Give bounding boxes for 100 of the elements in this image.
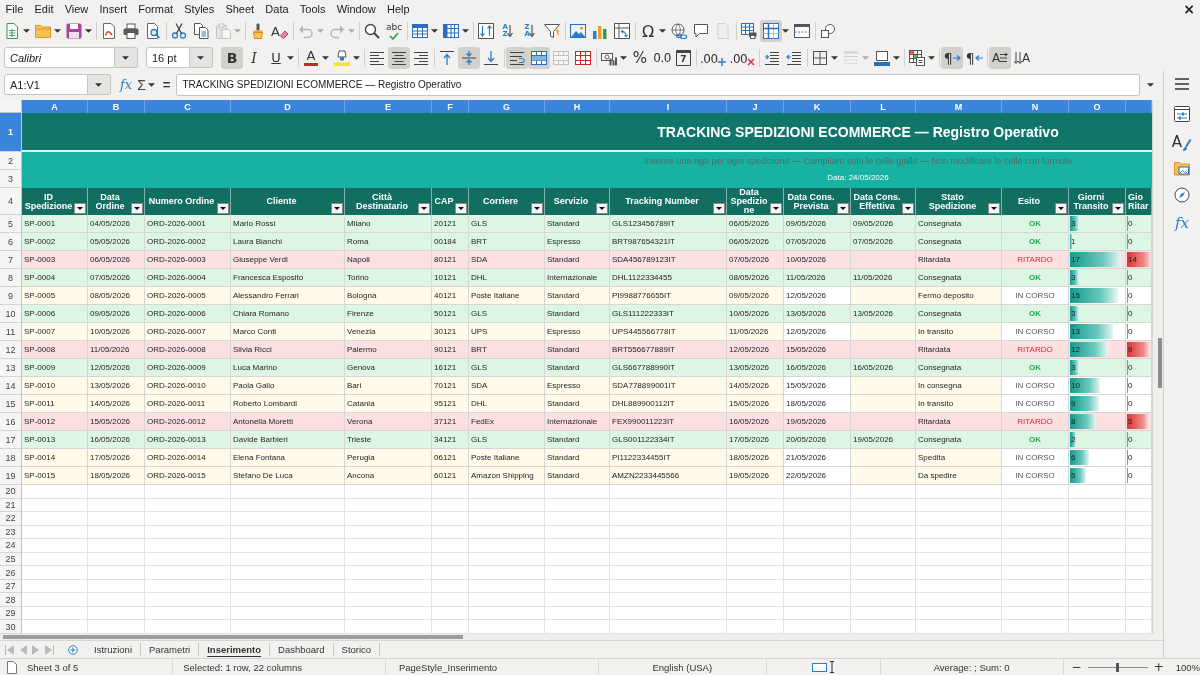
sheet-tab[interactable]: Inserimento [199, 643, 271, 656]
italic-button[interactable]: I [243, 46, 265, 69]
dropdown-button[interactable] [115, 47, 138, 68]
row-number[interactable]: 22 [0, 512, 22, 526]
clear-formatting-button[interactable]: A [269, 20, 291, 42]
cell-grid-icon[interactable] [575, 49, 591, 66]
caret-icon[interactable] [23, 29, 30, 33]
paintbrush-icon[interactable] [250, 23, 266, 39]
dropdown-button[interactable] [190, 47, 213, 68]
align-right-icon[interactable] [413, 49, 429, 66]
caret-icon[interactable] [928, 55, 936, 60]
rectangle-icon[interactable] [811, 662, 827, 672]
autofilter-button[interactable] [902, 203, 914, 214]
row-number[interactable]: 26 [0, 566, 22, 580]
text-direction-button[interactable]: A [989, 46, 1012, 69]
caret-icon[interactable] [353, 55, 360, 60]
autofilter-button[interactable] [1055, 203, 1067, 214]
sliders-window-icon[interactable] [1174, 106, 1190, 122]
column-letter[interactable]: C [145, 100, 231, 113]
spreadsheet-icon[interactable] [4, 23, 20, 39]
borders-icon[interactable] [812, 49, 829, 66]
autofilter-button[interactable] [418, 203, 430, 214]
caret-icon[interactable] [322, 55, 329, 60]
row-number[interactable]: 17 [0, 431, 22, 449]
sheet-tab[interactable]: Istruzioni [86, 643, 141, 656]
menu-item[interactable]: Data [259, 1, 295, 17]
speech-bubble-icon[interactable] [693, 23, 709, 39]
row-number[interactable]: 6 [0, 233, 22, 251]
caret-icon[interactable] [659, 29, 666, 33]
functions-button[interactable]: fx [1175, 214, 1189, 232]
spelling-button[interactable]: abc [383, 20, 405, 42]
row-number[interactable]: 1 [0, 113, 22, 152]
function-wizard-button[interactable]: fx [117, 77, 136, 92]
sheet-tab[interactable]: Parametri [141, 643, 200, 656]
row-number[interactable]: 28 [0, 593, 22, 607]
autofilter-button[interactable] [713, 203, 725, 214]
menu-icon[interactable] [1174, 76, 1190, 92]
table-grid-icon[interactable] [760, 20, 782, 42]
scissors-icon[interactable] [171, 23, 187, 39]
menu-item[interactable]: Sheet [219, 1, 260, 17]
split-window-icon[interactable] [794, 23, 810, 39]
globe-link-icon[interactable] [671, 23, 687, 39]
row-number[interactable]: 16 [0, 413, 22, 431]
row-number[interactable]: 20 [0, 485, 22, 499]
font-color-button[interactable]: A [300, 46, 322, 69]
caret-icon[interactable] [287, 55, 294, 60]
row-number[interactable]: 12 [0, 341, 22, 359]
indent-icon[interactable] [764, 49, 781, 66]
dropdown-button[interactable] [88, 74, 111, 95]
table-columns-icon[interactable] [443, 23, 459, 39]
document-magnifier-icon[interactable] [145, 23, 161, 39]
column-letter[interactable]: G [469, 100, 545, 113]
compass-icon[interactable] [1174, 187, 1190, 203]
special-character-button[interactable]: Ω [637, 20, 659, 42]
sheet-tab[interactable]: Dashboard [270, 643, 334, 656]
column-letter[interactable]: L [851, 100, 916, 113]
caret-icon[interactable] [121, 55, 129, 60]
column-letter[interactable]: O [1069, 100, 1126, 113]
highlighter-icon[interactable] [334, 49, 350, 66]
formula-input[interactable]: TRACKING SPEDIZIONI ECOMMERCE — Registro Operativo [176, 73, 1140, 96]
sort-icon[interactable] [478, 23, 494, 39]
column-letter[interactable]: I [610, 100, 727, 113]
folder-picture-icon[interactable] [1174, 160, 1190, 176]
autofilter-button[interactable] [596, 203, 608, 214]
row-number[interactable]: 19 [0, 467, 22, 485]
caret-icon[interactable] [893, 55, 901, 60]
date-button[interactable]: 7 [676, 49, 691, 66]
caret-icon[interactable] [196, 55, 204, 60]
delete-decimal-button[interactable]: .00 [727, 46, 758, 69]
search-icon[interactable] [364, 23, 380, 39]
caret-icon[interactable] [147, 82, 155, 87]
align-top-icon[interactable] [439, 49, 455, 66]
menu-item[interactable]: Help [381, 1, 416, 17]
caret-icon[interactable] [462, 29, 469, 33]
wrap-text-icon[interactable] [506, 46, 528, 69]
underline-button[interactable]: U [265, 46, 287, 69]
sheet-tab[interactable]: Storico [333, 643, 381, 656]
row-number[interactable]: 18 [0, 449, 22, 467]
column-letter[interactable]: A [22, 100, 88, 113]
column-letter[interactable]: N [1002, 100, 1069, 113]
row-number[interactable]: 24 [0, 539, 22, 553]
bold-button[interactable]: B [221, 46, 243, 69]
funnel-icon[interactable] [544, 23, 560, 39]
row-number[interactable]: 10 [0, 305, 22, 323]
autofilter-button[interactable] [1112, 203, 1124, 214]
border-color-icon[interactable] [874, 49, 891, 66]
picture-icon[interactable] [570, 23, 586, 39]
autofilter-button[interactable] [770, 203, 782, 214]
outdent-icon[interactable] [786, 49, 803, 66]
slider-thumb[interactable] [1116, 662, 1120, 672]
autofilter-button[interactable] [837, 203, 849, 214]
column-letter[interactable]: H [545, 100, 610, 113]
row-number[interactable]: 30 [0, 620, 22, 634]
column-letter[interactable]: B [88, 100, 145, 113]
caret-icon[interactable] [1147, 82, 1154, 87]
table-printer-icon[interactable] [741, 23, 757, 39]
vertical-text-button[interactable]: A [1011, 46, 1034, 69]
right-to-left-button[interactable]: ¶ [963, 46, 986, 69]
column-letter[interactable]: D [231, 100, 345, 113]
pivot-table-icon[interactable] [614, 23, 630, 39]
